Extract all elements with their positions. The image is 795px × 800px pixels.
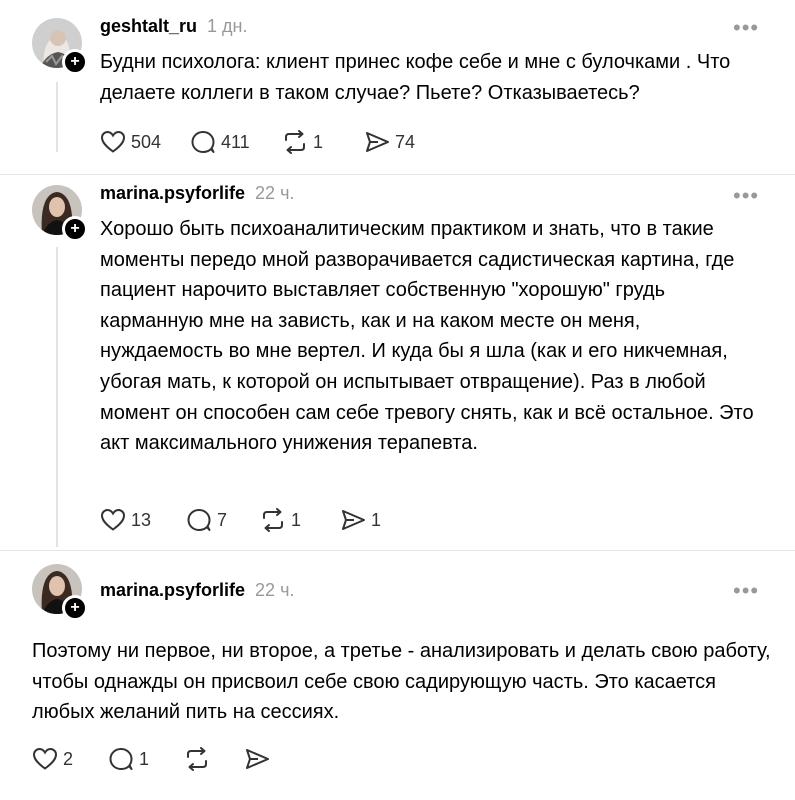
like-button[interactable]: 13 [100,508,186,532]
post-text: Хорошо быть психоаналитическим практиком… [100,218,754,455]
more-icon[interactable]: ••• [733,183,759,209]
post-1: + geshtalt_ru 1 дн. ••• Будни психолога:… [0,0,795,175]
like-count: 504 [131,131,162,152]
thread-line [56,82,58,152]
thread-line [56,247,58,547]
like-count: 13 [131,509,152,530]
repost-button[interactable] [184,747,244,771]
timestamp[interactable]: 22 ч. [255,580,294,601]
like-button[interactable]: 504 [100,130,190,154]
follow-plus-icon[interactable]: + [62,49,88,75]
post-3: + marina.psyforlife 22 ч. ••• Поэтому ни… [0,551,795,800]
like-button[interactable]: 2 [32,747,108,771]
repost-count: 1 [313,131,324,152]
comment-button[interactable]: 411 [190,130,282,154]
username[interactable]: marina.psyforlife [100,183,245,204]
timestamp[interactable]: 22 ч. [255,183,294,204]
heart-icon [100,508,126,531]
timestamp[interactable]: 1 дн. [207,16,247,37]
comment-count: 411 [221,131,250,152]
comment-icon [191,131,215,153]
post-2: + marina.psyforlife 22 ч. ••• Хорошо быт… [0,175,795,551]
follow-plus-icon[interactable]: + [62,595,88,621]
comment-icon [109,748,133,770]
like-count: 2 [63,748,74,769]
username[interactable]: marina.psyforlife [100,580,245,601]
more-icon[interactable]: ••• [733,15,759,41]
share-count: 1 [371,509,382,530]
share-count: 74 [395,131,416,152]
comment-button[interactable]: 1 [108,747,184,771]
username[interactable]: geshtalt_ru [100,16,197,37]
share-button[interactable]: 74 [364,130,444,154]
repost-icon [187,747,207,771]
repost-count: 1 [291,509,302,530]
repost-button[interactable]: 1 [282,130,364,154]
comment-count: 7 [217,509,228,530]
repost-icon [263,508,283,532]
share-button[interactable]: 1 [340,508,400,532]
share-icon [246,749,269,769]
share-icon [342,510,365,530]
share-button[interactable] [244,747,284,771]
post-text: Поэтому ни первое, ни второе, а третье -… [32,640,771,724]
comment-icon [187,509,211,531]
share-icon [366,132,389,152]
repost-button[interactable]: 1 [260,508,340,532]
comment-button[interactable]: 7 [186,508,260,532]
more-icon[interactable]: ••• [733,578,759,604]
repost-icon [285,130,305,154]
heart-icon [100,130,126,153]
follow-plus-icon[interactable]: + [62,216,88,242]
heart-icon [32,747,58,770]
comment-count: 1 [139,748,150,769]
post-text: Будни психолога: клиент принес кофе себе… [100,51,731,104]
